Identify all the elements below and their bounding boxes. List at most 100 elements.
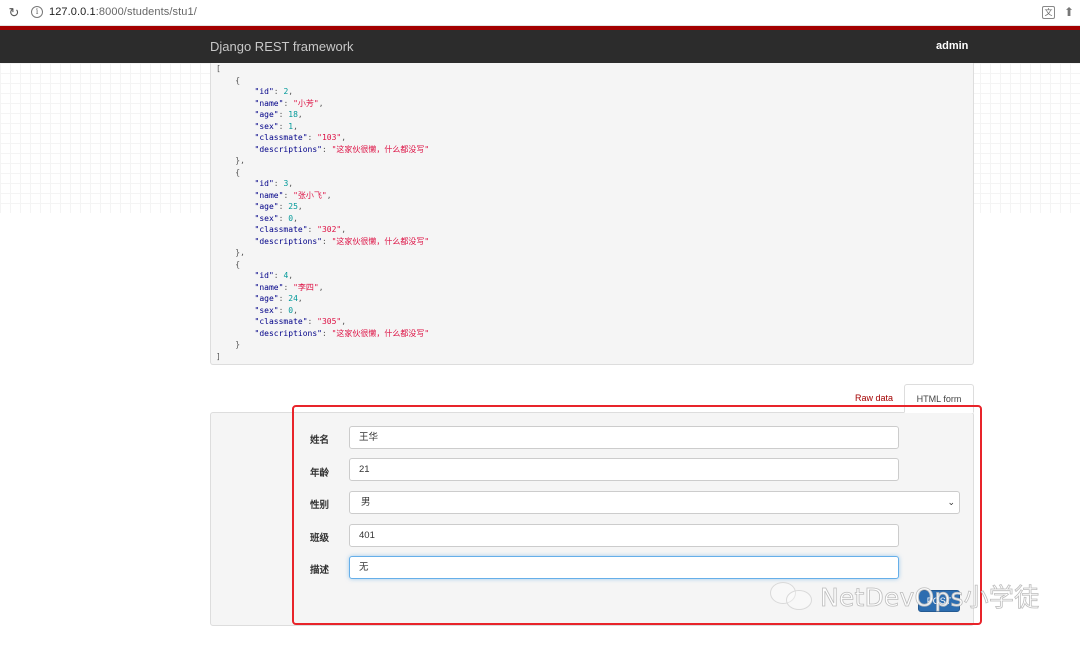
json-token: "descriptions" [254,144,322,154]
json-token: , [293,305,298,315]
json-line: "sex": 1, [216,121,429,133]
json-token: "id" [254,87,274,96]
tab-raw-data[interactable]: Raw data [846,385,902,412]
age-input[interactable]: 21 [349,458,899,481]
json-token: : [321,144,332,154]
wechat-logo-icon [770,580,814,612]
tab-html-form[interactable]: HTML form [904,384,974,413]
json-line: { [216,167,429,179]
json-token: , [297,294,303,303]
json-token: "sex" [254,121,279,131]
json-token: 18 [288,110,298,119]
json-token: "name" [254,98,284,108]
json-token: 25 [288,202,298,211]
json-token: { [216,167,241,177]
json-line: ] [216,351,429,363]
class-label: 班级 [310,533,330,544]
json-token: "sex" [254,305,279,315]
sex-select[interactable]: 男 ⌄ [349,491,960,514]
json-token: "name" [254,190,284,200]
json-token: "张小飞" [293,190,327,200]
json-token: "李四" [293,282,319,292]
class-input[interactable]: 401 [349,524,899,547]
json-token: "这家伙很懒，什么都没写" [331,144,430,154]
json-line: "id": 3, [216,178,429,190]
json-token: , [297,202,303,211]
browser-toolbar: ↻ i 127.0.0.1:8000/students/stu1/ 文 ⬆ [0,0,1080,26]
name-input[interactable]: 王华 [349,426,899,449]
json-token: , [318,282,324,292]
json-token: "age" [254,110,279,119]
json-line: "classmate": "103", [216,132,429,144]
json-token: : [273,179,284,188]
json-line: } [216,339,429,351]
json-token: , [288,87,294,96]
json-token: ] [216,351,221,361]
json-token: "302" [317,225,342,234]
address-bar[interactable]: 127.0.0.1:8000/students/stu1/ [49,6,197,18]
name-label: 姓名 [310,435,330,446]
json-token: "id" [254,271,274,280]
user-menu[interactable]: admin [936,40,968,52]
sex-label: 性别 [310,500,330,511]
json-token: : [278,202,289,211]
json-token: , [318,98,324,108]
json-token: , [288,271,294,280]
json-line: "age": 24, [216,293,429,305]
watermark-text: NetDevOps小学徒 [820,583,1040,613]
json-token: : [321,328,332,338]
json-token: [ [216,64,221,73]
json-token: "103" [317,133,342,142]
json-token: "id" [254,179,274,188]
sex-select-value: 男 [361,497,371,508]
json-line: { [216,259,429,271]
json-token: } [216,340,241,349]
json-line: "descriptions": "这家伙很懒，什么都没写" [216,236,430,248]
url-host: 127.0.0.1 [49,6,96,18]
description-input[interactable]: 无 [349,556,899,579]
translate-icon[interactable]: 文 [1042,6,1055,19]
json-token: : [278,305,289,315]
json-token: { [216,259,241,269]
json-token: , [293,121,298,131]
json-token: }, [216,248,245,257]
site-info-icon[interactable]: i [31,6,43,18]
share-icon[interactable]: ⬆ [1064,5,1074,19]
json-token: : [321,236,332,246]
json-token: , [341,317,347,326]
json-line: "name": "李四", [216,282,429,294]
watermark: NetDevOps小学徒 [770,578,1039,614]
json-token: : [307,133,318,142]
json-line: "age": 18, [216,109,429,121]
description-label: 描述 [310,565,330,576]
json-token: : [283,190,294,200]
json-token: "classmate" [254,225,308,234]
json-token: }, [216,156,245,165]
json-line: [ [216,63,429,75]
json-token: : [307,225,318,234]
json-token: "name" [254,282,284,292]
json-token: 24 [288,294,298,303]
json-token: : [273,271,284,280]
chevron-down-icon: ⌄ [947,497,955,507]
json-line: "name": "张小飞", [216,190,429,202]
json-line: "classmate": "302", [216,224,429,236]
json-token: , [341,225,347,234]
json-line: { [216,75,429,87]
json-token: "age" [254,202,279,211]
reload-icon[interactable]: ↻ [6,5,22,21]
json-line: "age": 25, [216,201,429,213]
navbar-brand[interactable]: Django REST framework [210,39,354,54]
json-token: "这家伙很懒，什么都没写" [331,328,430,338]
age-label: 年龄 [310,468,330,479]
